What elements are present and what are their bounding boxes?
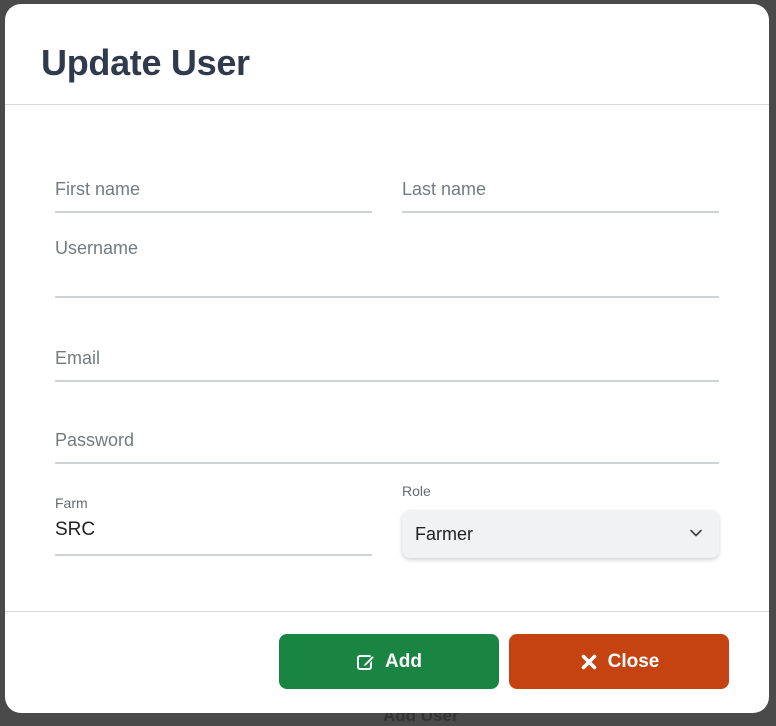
username-field <box>55 236 719 298</box>
first-name-field <box>55 177 372 213</box>
edit-icon <box>357 654 376 670</box>
email-input[interactable] <box>55 346 719 370</box>
modal-title: Update User <box>41 42 250 83</box>
last-name-input[interactable] <box>402 177 719 201</box>
add-button-label: Add <box>385 650 422 672</box>
password-input[interactable] <box>55 428 719 452</box>
farm-underline <box>55 544 372 556</box>
close-icon <box>581 654 596 669</box>
close-button[interactable]: Close <box>509 634 729 689</box>
email-field <box>55 346 719 382</box>
farm-label: Farm <box>55 495 88 511</box>
password-field <box>55 428 719 464</box>
last-name-field <box>402 177 719 213</box>
first-name-input[interactable] <box>55 177 372 201</box>
add-button[interactable]: Add <box>279 634 499 689</box>
modal-footer: Add Close <box>5 611 769 713</box>
role-label: Role <box>402 483 431 499</box>
close-button-label: Close <box>607 650 660 672</box>
username-input[interactable] <box>55 236 719 260</box>
modal-header: Update User <box>5 4 769 105</box>
farm-value[interactable]: SRC <box>55 519 95 541</box>
role-select[interactable]: Farmer <box>402 510 719 558</box>
role-selected-value: Farmer <box>415 524 473 544</box>
update-user-modal: Update User Farm SRC Role Farmer Add <box>5 4 769 713</box>
chevron-down-icon <box>690 529 702 537</box>
